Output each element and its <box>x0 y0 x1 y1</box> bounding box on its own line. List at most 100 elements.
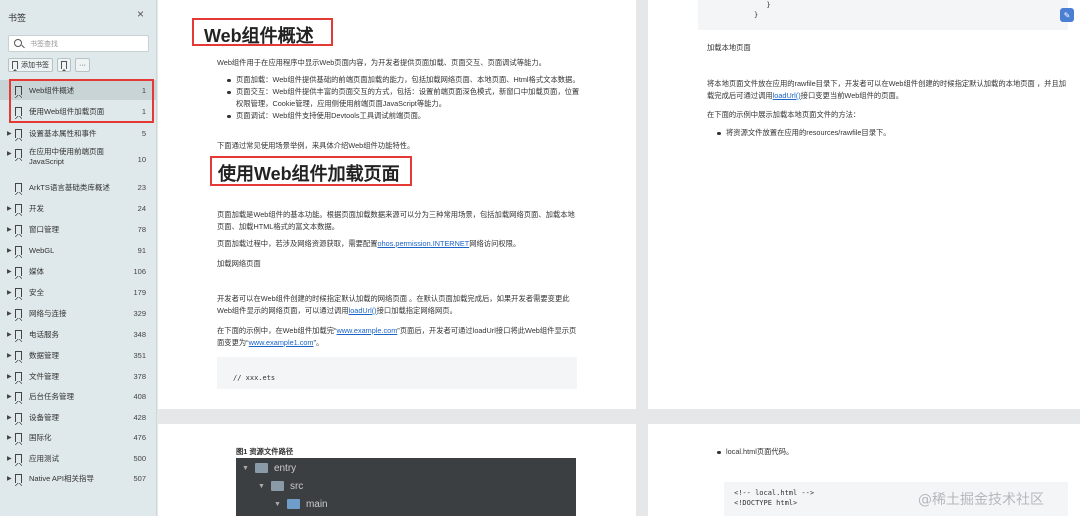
edit-icon[interactable]: ✎ <box>1060 8 1074 22</box>
tree-row[interactable]: ▼ entry <box>242 459 296 477</box>
subheading-local: 加载本地页面 <box>707 43 751 52</box>
heading-highlight-box <box>192 18 333 46</box>
sidebar-item-label: 设备管理 <box>29 413 59 422</box>
collapse-icon: ▼ <box>242 464 249 472</box>
list-item: 页面加载：Web组件提供基础的前端页面加载的能力，包括加载网络页面、本地页面、H… <box>226 74 581 86</box>
local-steps-list: 将资源文件放置在应用的resources/rawfile目录下。 <box>716 127 1066 139</box>
sidebar-item[interactable]: ▶ 媒体 106 <box>0 261 157 281</box>
sidebar-item-label: 后台任务管理 <box>29 392 74 401</box>
sidebar-item-label: 网络与连接 <box>29 309 67 318</box>
sidebar-item[interactable]: ▶ 后台任务管理 408 <box>0 386 157 406</box>
example1-link[interactable]: www.example1.com <box>249 338 314 347</box>
sidebar-item-label: 媒体 <box>29 267 44 276</box>
bookmark-icon <box>15 413 22 425</box>
local-example-text: 在下面的示例中展示加载本地页面文件的方法： <box>707 110 861 119</box>
expand-icon[interactable]: ▶ <box>7 205 12 212</box>
sidebar-item[interactable]: ▶ 国际化 476 <box>0 427 157 447</box>
sidebar-item[interactable]: ▶ 在应用中使用前端页面JavaScript 10 <box>0 143 157 177</box>
bookmark-icon <box>15 288 22 300</box>
sidebar-item[interactable]: ▶ 数据管理 351 <box>0 345 157 365</box>
expand-icon[interactable]: ▶ <box>7 268 12 275</box>
sidebar-item-label: Native API相关指导 <box>29 474 95 483</box>
expand-icon[interactable]: ▶ <box>7 434 12 441</box>
sidebar-item[interactable]: ▶ 电话服务 348 <box>0 324 157 344</box>
expand-icon[interactable]: ▶ <box>7 414 12 421</box>
folder-icon <box>270 481 284 491</box>
sidebar-item-label: 电话服务 <box>29 330 59 339</box>
sidebar-title: 书签 <box>8 13 27 23</box>
example-text-a: 在下面的示例中，在Web组件加载完“ <box>217 326 337 335</box>
expand-icon[interactable]: ▶ <box>7 289 12 296</box>
sidebar-item[interactable]: ▶ 设备管理 428 <box>0 407 157 427</box>
close-icon[interactable]: × <box>137 7 144 21</box>
sidebar-item[interactable]: ▶ 应用测试 500 <box>0 448 157 468</box>
bookmark-button[interactable] <box>57 58 71 72</box>
expand-icon[interactable]: ▶ <box>7 130 12 137</box>
sidebar-item[interactable]: ▶ 开发 24 <box>0 198 157 218</box>
expand-icon[interactable]: ▶ <box>7 331 12 338</box>
sidebar-item-page: 348 <box>133 330 146 339</box>
expand-icon[interactable]: ▶ <box>7 310 12 317</box>
bookmark-icon <box>15 454 22 466</box>
bookmark-search-input[interactable]: 书签查找 <box>8 35 149 52</box>
sidebar-item-label: 安全 <box>29 288 44 297</box>
sidebar-item[interactable]: ▶ 安全 179 <box>0 282 157 302</box>
loadurl-link[interactable]: loadUrl() <box>773 91 801 100</box>
expand-icon[interactable]: ▶ <box>7 150 12 157</box>
sidebar-item-page: 408 <box>133 392 146 401</box>
expand-icon[interactable]: ▶ <box>7 352 12 359</box>
sidebar-item-label: 窗口管理 <box>29 225 59 234</box>
expand-icon[interactable]: ▶ <box>7 393 12 400</box>
expand-icon[interactable]: ▶ <box>7 373 12 380</box>
sidebar-item[interactable]: ▶ 网络与连接 329 <box>0 303 157 323</box>
pdf-page-2: } } 加载本地页面 将本地页面文件放在应用的rawfile目录下，开发者可以在… <box>648 0 1080 409</box>
sidebar-item[interactable]: ▶ WebGL 91 <box>0 240 157 260</box>
code-block: } } <box>698 0 1068 30</box>
html-steps-list: local.html页面代码。 <box>716 446 1066 458</box>
sidebar-item[interactable]: ▶ 设置基本属性和事件 5 <box>0 123 157 143</box>
list-item: 将资源文件放置在应用的resources/rawfile目录下。 <box>716 127 1066 139</box>
permission-text: 页面加载过程中，若涉及网络资源获取，需要配置ohos.permission.IN… <box>217 238 577 250</box>
expand-icon[interactable]: ▶ <box>7 247 12 254</box>
permission-link[interactable]: ohos.permission.INTERNET <box>378 239 470 248</box>
bookmark-icon <box>15 474 22 486</box>
sidebar-item-page: 91 <box>137 246 146 255</box>
code-line: // xxx.ets <box>233 374 276 382</box>
sidebar-item[interactable]: ▶ 窗口管理 78 <box>0 219 157 239</box>
sidebar-item-label: 数据管理 <box>29 351 59 360</box>
sidebar-item-page: 351 <box>133 351 146 360</box>
expand-icon[interactable]: ▶ <box>7 475 12 482</box>
tree-row[interactable]: ▼ src <box>258 477 303 495</box>
sidebar-item[interactable]: ArkTS语言基础类库概述 23 <box>0 177 157 197</box>
tree-label: main <box>305 498 328 510</box>
search-placeholder: 书签查找 <box>30 41 58 48</box>
sidebar-item-page: 507 <box>133 474 146 483</box>
add-bookmark-button[interactable]: 添加书签 <box>8 58 53 72</box>
sidebar-item-page: 24 <box>137 204 146 213</box>
outro-text: 下面通过常见使用场景举例，来具体介绍Web组件功能特性。 <box>217 141 415 150</box>
watermark: @稀土掘金技术社区 <box>918 492 1044 508</box>
bookmark-icon <box>15 246 22 258</box>
example-link[interactable]: www.example.com <box>336 326 397 335</box>
list-item: 页面调试：Web组件支持使用Devtools工具调试前端页面。 <box>226 110 581 122</box>
heading-highlight-box <box>210 156 412 186</box>
sidebar-item-label: 应用测试 <box>29 454 59 463</box>
more-button[interactable]: ··· <box>75 58 90 72</box>
bookmark-icon <box>15 330 22 342</box>
sidebar-item[interactable]: ▶ 文件管理 378 <box>0 366 157 386</box>
pdf-page-1: Web组件概述 Web组件用于在应用程序中显示Web页面内容，为开发者提供页面加… <box>158 0 636 409</box>
network-text-b: 接口加载指定网络网页。 <box>376 306 457 315</box>
intro-text: Web组件用于在应用程序中显示Web页面内容，为开发者提供页面加载、页面交互、页… <box>217 58 546 67</box>
bookmark-icon <box>15 129 22 141</box>
expand-icon[interactable]: ▶ <box>7 226 12 233</box>
bookmark-icon <box>15 204 22 216</box>
sidebar-item-page: 476 <box>133 433 146 442</box>
sidebar-item[interactable]: ▶ Native API相关指导 507 <box>0 468 157 488</box>
expand-icon[interactable]: ▶ <box>7 455 12 462</box>
tree-row[interactable]: ▼ main <box>274 495 328 513</box>
bookmark-icon <box>15 392 22 404</box>
bookmark-icon <box>15 351 22 363</box>
network-text: 开发者可以在Web组件创建的时候指定默认加载的网络页面 。在默认页面加载完成后，… <box>217 293 577 317</box>
loadurl-link[interactable]: loadUrl() <box>349 306 377 315</box>
sidebar-item-label: 在应用中使用前端页面JavaScript <box>29 147 104 166</box>
